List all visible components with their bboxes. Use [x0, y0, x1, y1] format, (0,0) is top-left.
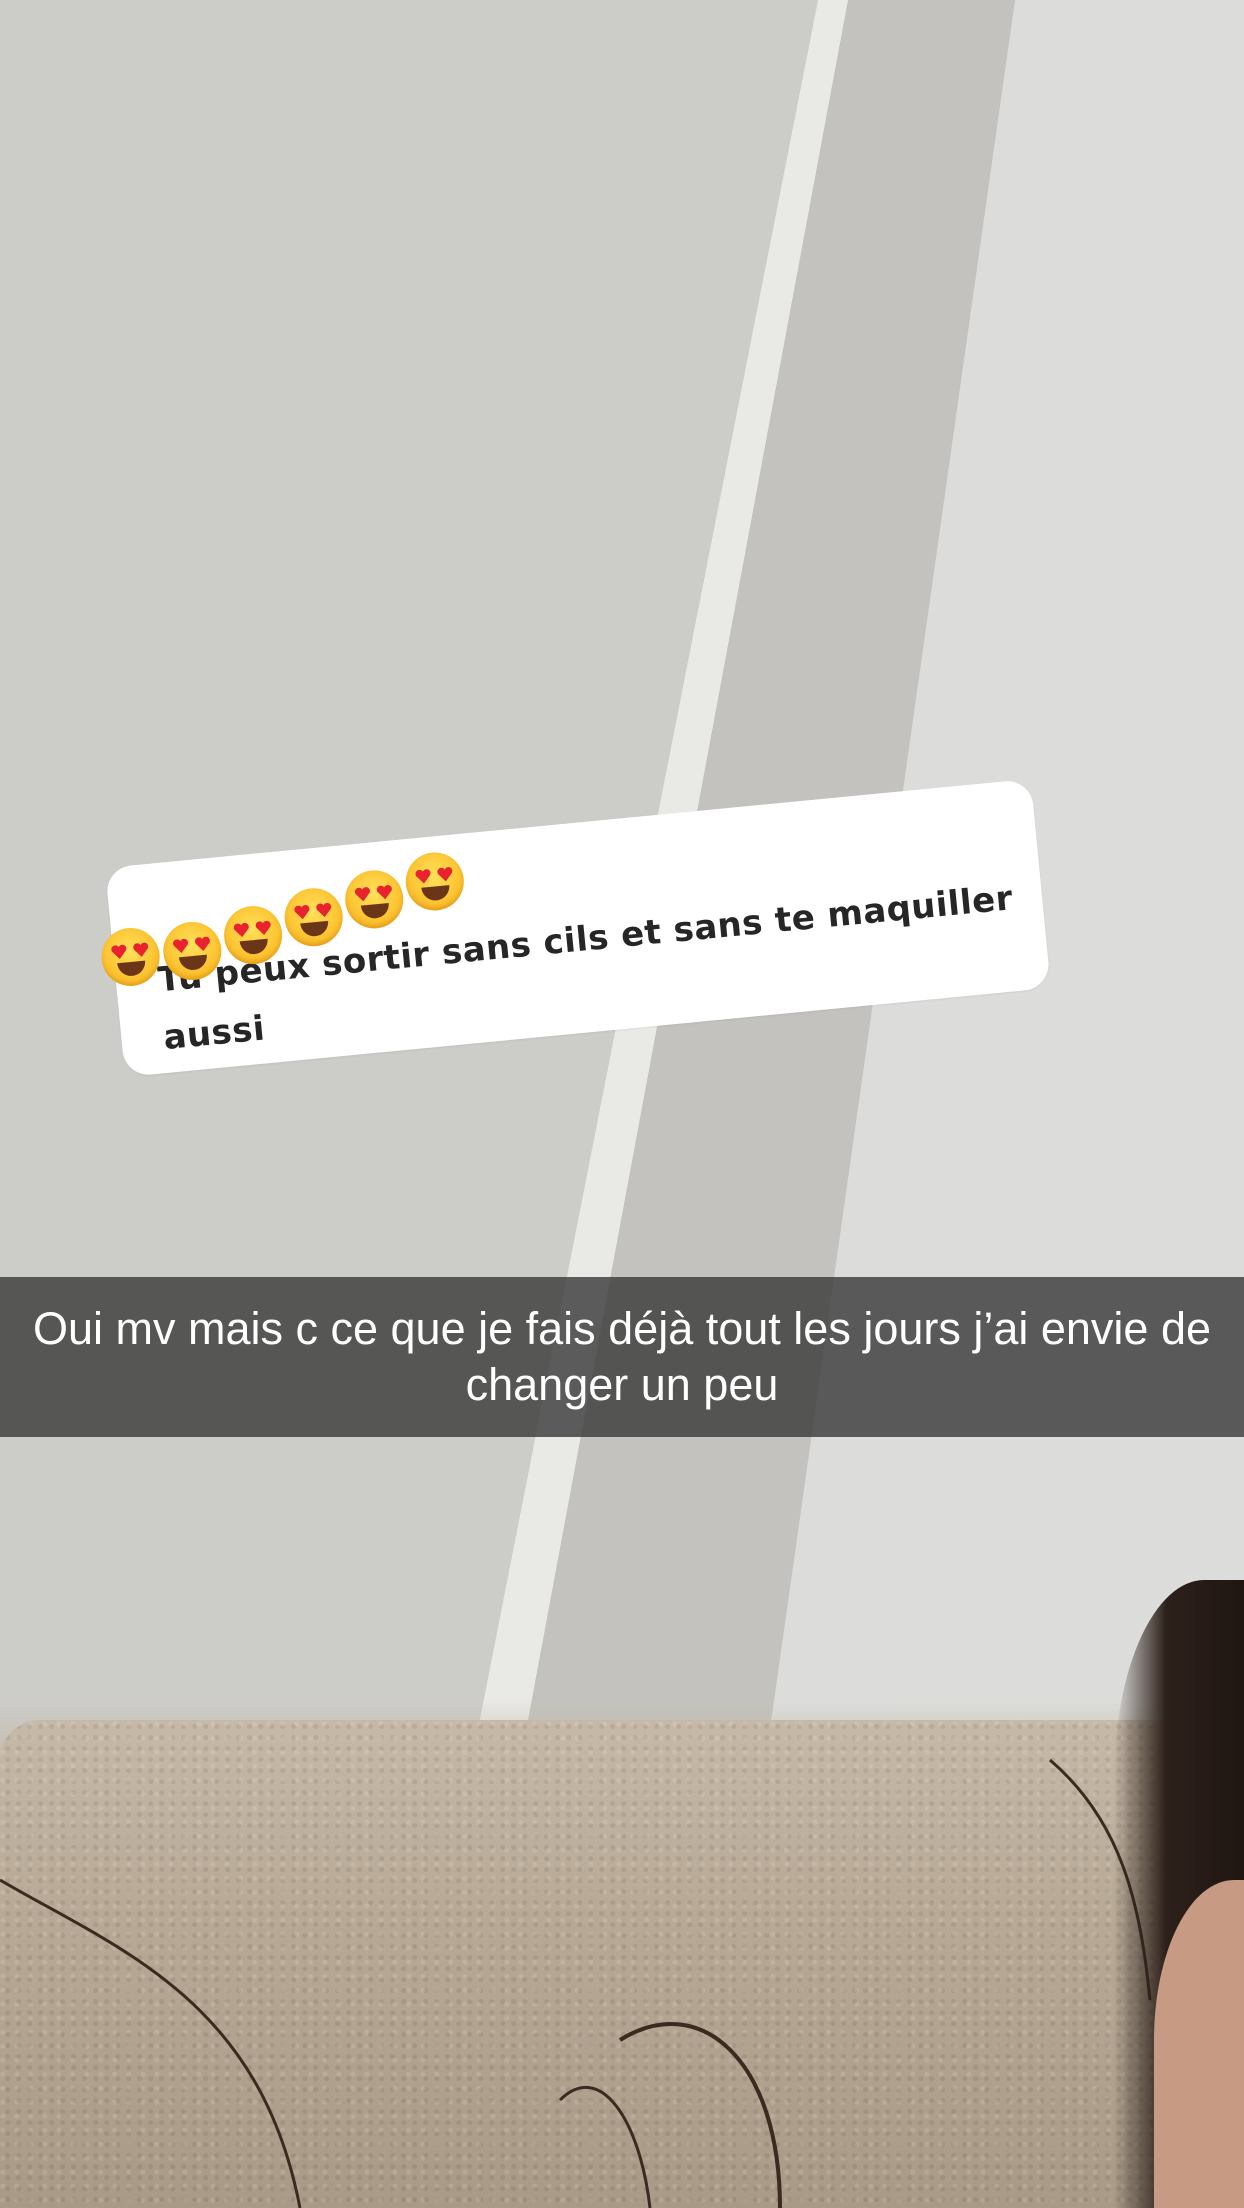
caption-bar: Oui mv mais c ce que je fais déjà tout l…	[0, 1277, 1244, 1437]
hair-strands	[0, 1758, 1152, 2208]
heart-eyes-emoji-icon	[403, 849, 467, 914]
caption-text: Oui mv mais c ce que je fais déjà tout l…	[32, 1303, 1212, 1410]
story-screen: Tu peux sortir sans cils et sans te maqu…	[0, 0, 1244, 2208]
heart-eyes-emoji-icon	[342, 867, 406, 931]
